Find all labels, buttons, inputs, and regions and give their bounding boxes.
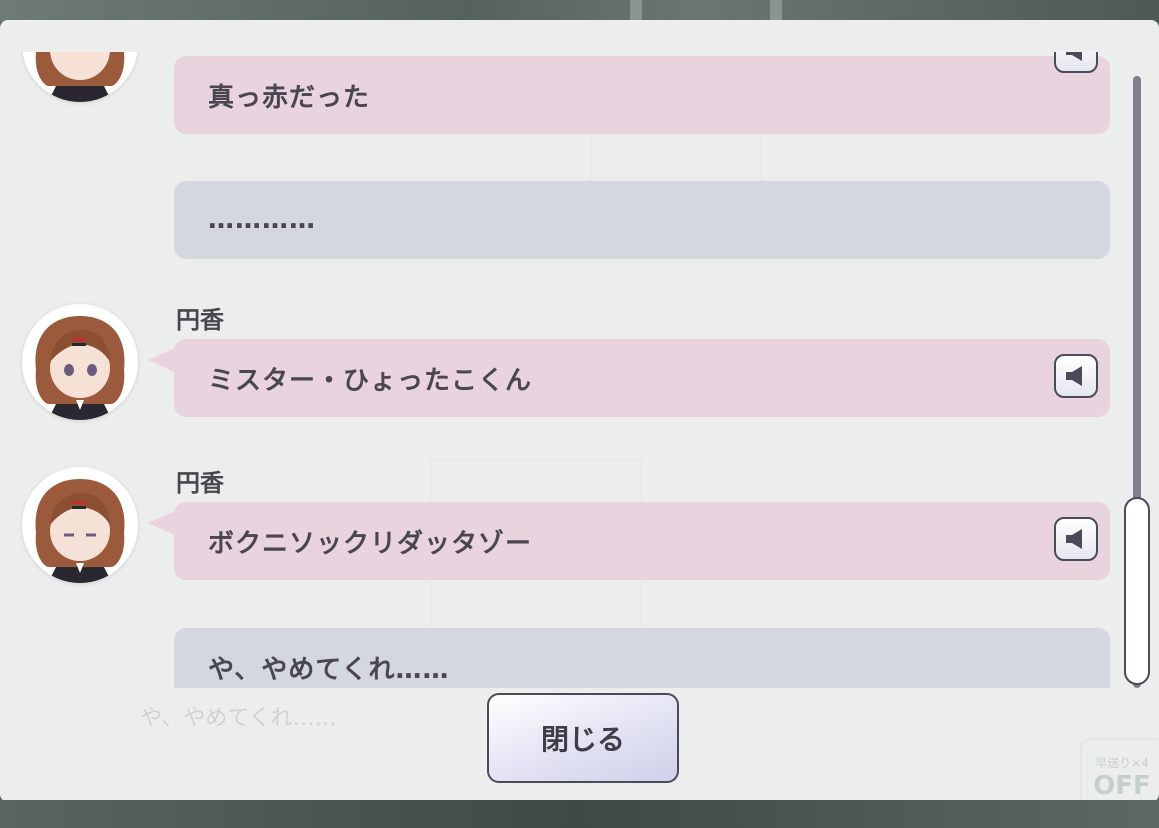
dialogue-bubble: や、やめてくれ…… <box>174 628 1110 688</box>
dialogue-bubble: ボクニソックリダッタゾー <box>174 502 1110 580</box>
dialogue-text: ………… <box>208 205 316 235</box>
madoka-avatar-icon <box>35 479 125 583</box>
speaker-name: 円香 <box>176 469 224 497</box>
speaker-icon <box>1066 366 1082 386</box>
dialogue-bubble: 真っ赤だった <box>174 52 1110 134</box>
fast-forward-toggle: 早送り×4 OFF <box>1080 738 1159 802</box>
speaker-icon <box>1066 529 1082 549</box>
speaker-avatar <box>22 467 138 583</box>
voice-replay-button[interactable] <box>1054 517 1098 561</box>
bubble-tail <box>148 511 175 535</box>
fast-forward-state: OFF <box>1093 771 1151 801</box>
dialogue-text: や、やめてくれ…… <box>208 654 450 685</box>
dialogue-bubble: ミスター・ひょったこくん <box>174 339 1110 417</box>
voice-replay-button[interactable] <box>1054 52 1098 73</box>
close-button[interactable]: 閉じる <box>487 693 679 783</box>
voice-replay-button[interactable] <box>1054 354 1098 398</box>
backlog-list[interactable]: 真っ赤だった ………… 円香 ミスター・ひょったこくん 円香 ボクニソックリダッ… <box>0 52 1159 688</box>
dialogue-text: ボクニソックリダッタゾー <box>208 528 533 559</box>
speaker-avatar <box>22 304 138 420</box>
scrollbar-thumb[interactable] <box>1124 497 1150 685</box>
madoka-avatar-icon <box>35 52 125 102</box>
fast-forward-label: 早送り×4 <box>1095 756 1149 770</box>
speaker-avatar <box>22 52 138 102</box>
dialogue-text: ミスター・ひょったこくん <box>208 365 533 396</box>
background-scene-bottom <box>0 800 1159 828</box>
speaker-name: 円香 <box>176 306 224 334</box>
dialogue-text: 真っ赤だった <box>208 82 371 113</box>
background-dialogue-text: や、やめてくれ…… <box>140 706 337 731</box>
background-scene-top <box>0 0 1159 22</box>
dialogue-bubble: ………… <box>174 181 1110 259</box>
madoka-avatar-icon <box>35 316 125 420</box>
bubble-tail <box>148 348 175 372</box>
backlog-panel: 真っ赤だった ………… 円香 ミスター・ひょったこくん 円香 ボクニソックリダッ… <box>0 20 1159 802</box>
close-button-label: 閉じる <box>540 723 625 756</box>
background-pillar <box>770 0 782 22</box>
speaker-icon <box>1066 52 1082 61</box>
background-pillar <box>630 0 642 22</box>
